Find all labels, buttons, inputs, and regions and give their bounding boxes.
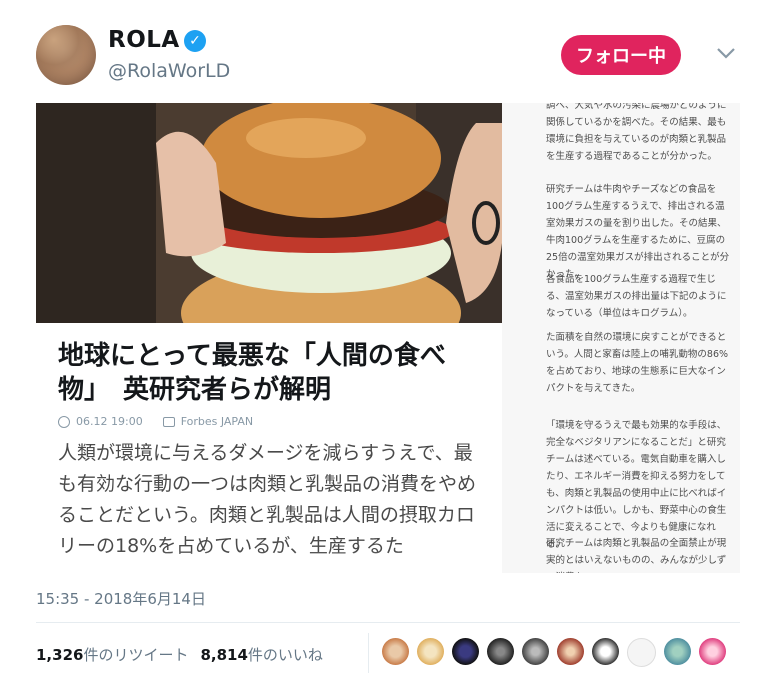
like-stat[interactable]: 8,814件のいいね (200, 644, 322, 665)
liker-avatar[interactable] (557, 638, 584, 665)
tweet-stats: 1,326件のリツイート 8,814件のいいね (36, 644, 323, 665)
user-handle[interactable]: @RolaWorLD (108, 60, 230, 82)
burger-photo (36, 103, 502, 323)
fade-overlay (36, 551, 502, 573)
tweet-header: ROLA ✓ @RolaWorLD フォロー中 (0, 0, 770, 95)
article-meta: 06.12 19:00 Forbes JAPAN (58, 415, 253, 428)
article-date: 06.12 19:00 (76, 415, 143, 428)
side-paragraph: 「環境を守るうえで最も効果的な手段は、完全なベジタリアンになることだ」と研究チー… (546, 420, 727, 550)
like-count: 8,814 (200, 646, 248, 664)
following-button[interactable]: フォロー中 (561, 35, 681, 75)
burger-illustration (36, 103, 502, 323)
liker-avatar[interactable] (417, 638, 444, 665)
retweet-count: 1,326 (36, 646, 84, 664)
article-title[interactable]: 地球にとって最悪な「人間の食べ物」 英研究者らが解明 (58, 339, 478, 407)
liker-avatar[interactable] (382, 638, 409, 665)
divider (368, 633, 369, 673)
liker-avatar[interactable] (452, 638, 479, 665)
side-paragraph: 各食品を100グラム生産する過程で生じる、温室効果ガスの排出量は下記のようになっ… (546, 274, 727, 319)
chevron-down-icon[interactable] (714, 44, 738, 62)
attached-images[interactable]: 地球にとって最悪な「人間の食べ物」 英研究者らが解明 06.12 19:00 F… (36, 103, 740, 573)
tweet-timestamp[interactable]: 15:35 - 2018年6月14日 (36, 588, 206, 609)
clock-icon (58, 415, 70, 428)
liker-avatar[interactable] (699, 638, 726, 665)
article-card[interactable]: 地球にとって最悪な「人間の食べ物」 英研究者らが解明 06.12 19:00 F… (36, 323, 502, 573)
liker-avatar[interactable] (627, 638, 656, 667)
user-name[interactable]: ROLA (108, 27, 180, 53)
liker-avatar[interactable] (487, 638, 514, 665)
divider (36, 622, 740, 623)
article-text-image[interactable]: 調べ、大気や水の汚染に農場がどのように関係しているかを調べた。その結果、最も環境… (502, 103, 740, 573)
side-paragraph: 研究チームは肉類と乳製品の全面禁止が現実的とはいえないものの、みんなが少しずつ消… (546, 538, 727, 573)
side-paragraph: 調べ、大気や水の汚染に農場がどのように関係しているかを調べた。その結果、最も環境… (546, 103, 727, 162)
like-label: 件のいいね (247, 646, 323, 664)
liker-avatar[interactable] (522, 638, 549, 665)
verified-badge-icon: ✓ (184, 30, 206, 52)
liker-avatars (382, 638, 726, 667)
avatar-photo (36, 25, 96, 85)
liker-avatar[interactable] (592, 638, 619, 665)
side-paragraph: 研究チームは牛肉やチーズなどの食品を100グラム生産するうえで、排出される温室効… (546, 184, 730, 280)
avatar[interactable] (36, 25, 96, 85)
side-paragraph: た面積を自然の環境に戻すことができるという。人間と家畜は陸上の哺乳動物の86%を… (546, 332, 729, 394)
camera-icon (162, 416, 175, 427)
article-source: Forbes JAPAN (180, 415, 254, 428)
retweet-stat[interactable]: 1,326件のリツイート (36, 644, 188, 665)
liker-avatar[interactable] (664, 638, 691, 665)
retweet-label: 件のリツイート (83, 646, 189, 664)
